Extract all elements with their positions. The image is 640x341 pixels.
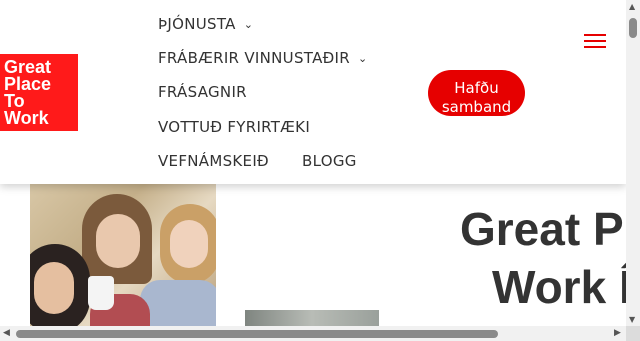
nav-item-thjonusta[interactable]: ÞJÓNUSTA ⌄ [158,15,253,33]
vertical-scroll-thumb[interactable] [629,18,637,38]
hamburger-icon[interactable] [584,34,606,50]
logo-line-4: Work ® [4,108,49,139]
nav-item-label: FRÁSAGNIR [158,83,247,101]
nav-item-vefnamskeid[interactable]: VEFNÁMSKEIÐ [158,152,269,170]
contact-button-line-1: Hafðu [454,79,499,97]
nav-item-label: VEFNÁMSKEIÐ [158,152,269,170]
scroll-left-icon[interactable]: ◀ [3,328,10,338]
nav-item-label: ÞJÓNUSTA [158,15,236,33]
nav-item-frasagnir[interactable]: FRÁSAGNIR [158,83,247,101]
nav-item-frabaerir-vinnustadir[interactable]: FRÁBÆRIR VINNUSTAÐIR ⌄ [158,49,368,67]
site-header: Great Place To Work ® ÞJÓNUSTA ⌄ FRÁBÆRIR … [0,0,626,184]
vertical-scrollbar[interactable]: ▲ ▼ [626,0,640,326]
nav-item-blogg[interactable]: BLOGG [302,152,357,170]
contact-button[interactable]: Hafðu samband [428,70,525,116]
contact-button-line-2: samband [441,98,512,116]
chevron-down-icon: ⌄ [243,18,254,31]
scroll-down-icon[interactable]: ▼ [629,315,635,324]
scroll-up-icon[interactable]: ▲ [629,2,635,11]
secondary-photo [245,310,379,326]
great-place-to-work-logo[interactable]: Great Place To Work ® [0,54,78,139]
scroll-right-icon[interactable]: ▶ [614,328,621,338]
nav-item-vottud-fyrirtaeki[interactable]: VOTTUÐ FYRIRTÆKI [158,118,310,136]
horizontal-scrollbar[interactable]: ◀ ▶ [0,326,640,341]
nav-item-label: VOTTUÐ FYRIRTÆKI [158,118,311,136]
scrollbar-corner [626,326,640,341]
nav-item-label: BLOGG [302,152,357,170]
hero-title: Great P Work Í [460,200,626,316]
hero-photo [30,184,216,326]
chevron-down-icon: ⌄ [358,52,368,65]
horizontal-scroll-thumb[interactable] [16,330,498,338]
hero-title-line-2: Work Í [492,261,626,313]
hero-title-line-1: Great P [460,203,624,255]
nav-item-label: FRÁBÆRIR VINNUSTAÐIR [158,49,350,67]
